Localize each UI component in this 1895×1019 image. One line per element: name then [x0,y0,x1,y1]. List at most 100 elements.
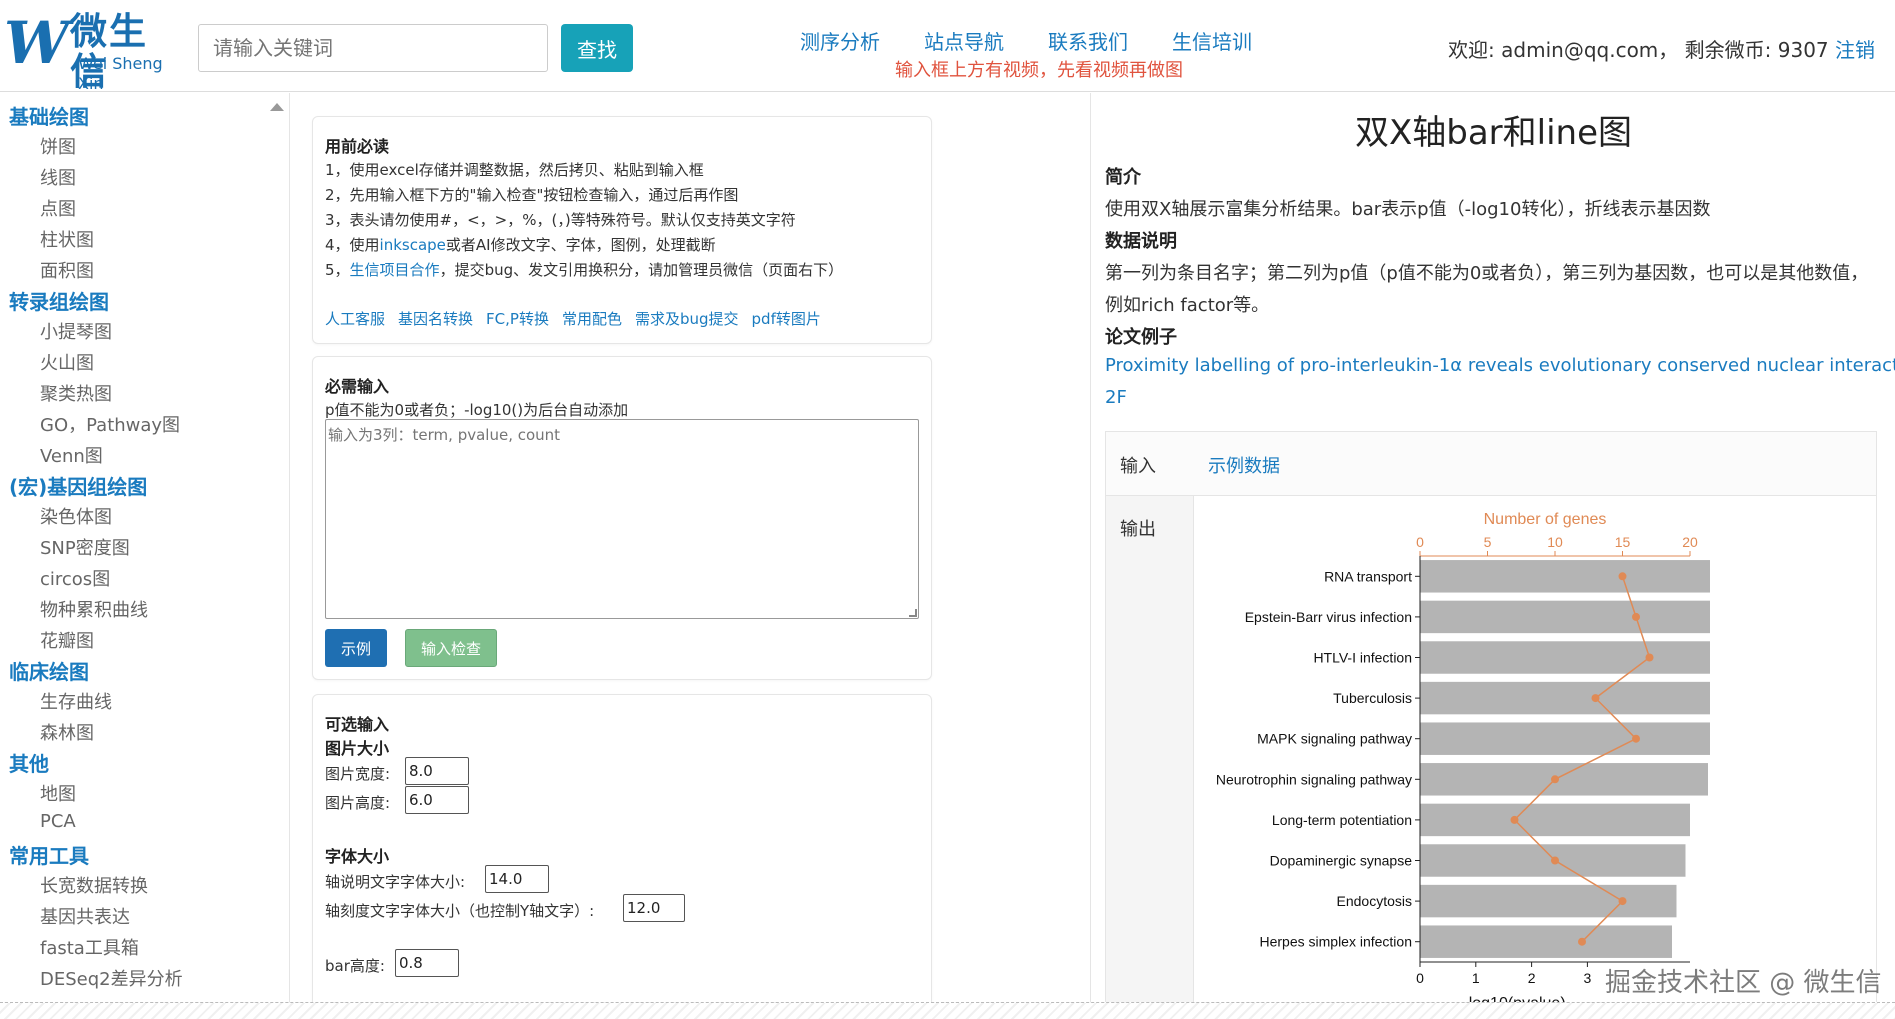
chart-bar [1420,560,1710,593]
link-fc-p-convert[interactable]: FC,P转换 [486,308,549,329]
resize-grip-icon[interactable] [909,609,917,617]
link-gene-name-convert[interactable]: 基因名转换 [398,308,473,329]
example-button[interactable]: 示例 [325,629,387,667]
y-axis-label: MAPK signaling pathway [1257,731,1412,747]
sidebar-category-genome[interactable]: (宏)基因组绘图 [9,471,147,500]
top-nav: 测序分析 站点导航 联系我们 生信培训 [800,26,1252,55]
genes-series-point [1618,897,1627,906]
sidebar-item-survival[interactable]: 生存曲线 [40,688,112,714]
sidebar-item-chromosome[interactable]: 染色体图 [40,503,112,529]
site-header: W 微生信 Wei Sheng Xin 查找 测序分析 站点导航 联系我们 生信… [0,0,1895,93]
chart-bar [1420,641,1710,674]
link-customer-service[interactable]: 人工客服 [325,308,385,329]
image-width-input[interactable] [405,757,469,785]
chart-bar [1420,600,1710,634]
sidebar-item-heatmap[interactable]: 聚类热图 [40,380,112,406]
genes-series-point [1632,612,1640,621]
sidebar-item-go-pathway[interactable]: GO，Pathway图 [40,411,180,437]
sidebar-category-clinical[interactable]: 临床绘图 [9,656,89,685]
sidebar-item-fasta-tools[interactable]: fasta工具箱 [40,934,139,960]
instruction-line-4-suffix: 或者AI修改文字、字体，图例，处理截断 [445,236,716,254]
search-input[interactable] [198,24,548,72]
sidebar-category-tools[interactable]: 常用工具 [9,840,89,869]
sidebar: 基础绘图 饼图 线图 点图 柱状图 面积图 转录组绘图 小提琴图 火山图 聚类热… [0,93,290,1019]
search-button[interactable]: 查找 [561,24,633,72]
font-size-title: 字体大小 [325,847,390,866]
input-label: 输入 [1120,456,1156,477]
sidebar-category-transcriptome[interactable]: 转录组绘图 [9,286,109,315]
nav-training[interactable]: 生信培训 [1172,26,1252,55]
sidebar-item-snp-density[interactable]: SNP密度图 [40,534,130,560]
sidebar-item-dot[interactable]: 点图 [40,195,76,221]
project-cooperation-link[interactable]: 生信项目合作 [350,261,440,279]
scroll-up-arrow-icon[interactable] [270,103,284,111]
link-pdf-to-image[interactable]: pdf转图片 [752,308,821,329]
y-axis-label: Endocytosis [1337,893,1412,909]
sidebar-item-pca[interactable]: PCA [40,811,76,832]
chart-bar [1420,925,1672,958]
sidebar-item-species-accumulation[interactable]: 物种累积曲线 [40,596,148,622]
nav-contact-us[interactable]: 联系我们 [1048,26,1128,55]
bar-height-label: bar高度: [325,957,385,975]
paper-example-link-cont[interactable]: 2F [1105,387,1127,408]
instruction-line-2: 2，先用输入框下方的"输入检查"按钮检查输入，通过后再作图 [325,186,739,204]
sidebar-item-coexpression[interactable]: 基因共表达 [40,903,130,929]
chart-bar [1420,803,1690,837]
y-axis-label: Long-term potentiation [1272,812,1412,828]
sidebar-item-map[interactable]: 地图 [40,780,76,806]
welcome-text: 欢迎: admin@qq.com， 剩余微币: 9307 [1448,38,1835,62]
input-check-button[interactable]: 输入检查 [405,629,497,667]
y-axis-label: Tuberculosis [1333,690,1412,706]
image-height-input[interactable] [405,786,469,814]
axis-tick-font-input[interactable] [623,894,685,922]
top-axis-tick-label: 10 [1547,534,1563,550]
bottom-axis-tick-label: 2 [1528,970,1536,986]
sidebar-item-line[interactable]: 线图 [40,164,76,190]
example-data-link[interactable]: 示例数据 [1208,452,1280,478]
data-description-line-2: 例如rich factor等。 [1105,295,1270,316]
data-description-line-1: 第一列为条目名字；第二列为p值（p值不能为0或者负），第三列为基因数，也可以是其… [1105,263,1869,284]
instructions-card: 用前必读 1，使用excel存储并调整数据，然后拷贝、粘贴到输入框 2，先用输入… [312,116,932,344]
user-welcome: 欢迎: admin@qq.com， 剩余微币: 9307 注销 [1448,34,1875,63]
sidebar-item-violin[interactable]: 小提琴图 [40,318,112,344]
y-axis-label: Herpes simplex infection [1259,934,1412,950]
intro-text: 使用双X轴展示富集分析结果。bar表示p值（-log10转化），折线表示基因数 [1105,199,1711,220]
sidebar-item-circos[interactable]: circos图 [40,565,110,591]
sidebar-item-petal[interactable]: 花瓣图 [40,627,94,653]
genes-series-point [1578,937,1586,946]
sidebar-item-venn[interactable]: Venn图 [40,442,103,468]
logout-link[interactable]: 注销 [1835,38,1875,62]
logo-letter: W [4,9,70,77]
sidebar-item-deseq2[interactable]: DESeq2差异分析 [40,965,183,991]
y-axis-label: RNA transport [1324,568,1412,584]
sidebar-item-long-wide[interactable]: 长宽数据转换 [40,872,148,898]
bottom-axis-tick-label: 0 [1416,970,1424,986]
chart-bar [1420,722,1710,755]
link-common-colors[interactable]: 常用配色 [562,308,622,329]
paper-example-heading: 论文例子 [1105,327,1177,348]
sidebar-item-area[interactable]: 面积图 [40,257,94,283]
required-input-note: p值不能为0或者负；-log10()为后台自动添加 [325,401,629,419]
paper-example-link[interactable]: Proximity labelling of pro-interleukin-1… [1105,355,1895,376]
nav-sequencing-analysis[interactable]: 测序分析 [800,26,880,55]
sidebar-item-forest[interactable]: 森林图 [40,719,94,745]
image-size-title: 图片大小 [325,739,390,758]
data-input-textarea[interactable] [325,419,919,619]
inkscape-link[interactable]: inkscape [380,236,446,254]
site-logo[interactable]: W 微生信 Wei Sheng Xin [4,9,184,93]
sidebar-item-volcano[interactable]: 火山图 [40,349,94,375]
required-input-card: 必需输入 p值不能为0或者负；-log10()为后台自动添加 示例 输入检查 [312,356,932,680]
sidebar-category-other[interactable]: 其他 [9,748,49,777]
bar-height-input[interactable] [395,949,459,977]
top-axis-tick-label: 5 [1484,534,1492,550]
y-axis-label: Dopaminergic synapse [1270,853,1413,869]
quick-links: 人工客服 基因名转换 FC,P转换 常用配色 需求及bug提交 pdf转图片 [325,308,821,329]
axis-title-font-input[interactable] [485,865,549,893]
sidebar-item-bar[interactable]: 柱状图 [40,226,94,252]
link-bug-report[interactable]: 需求及bug提交 [635,308,739,329]
sidebar-category-basic[interactable]: 基础绘图 [9,101,89,130]
watermark: 掘金技术社区 @ 微生信 [1605,968,1882,998]
bottom-axis-tick-label: 1 [1472,970,1480,986]
sidebar-item-pie[interactable]: 饼图 [40,133,76,159]
nav-site-navigation[interactable]: 站点导航 [924,26,1004,55]
